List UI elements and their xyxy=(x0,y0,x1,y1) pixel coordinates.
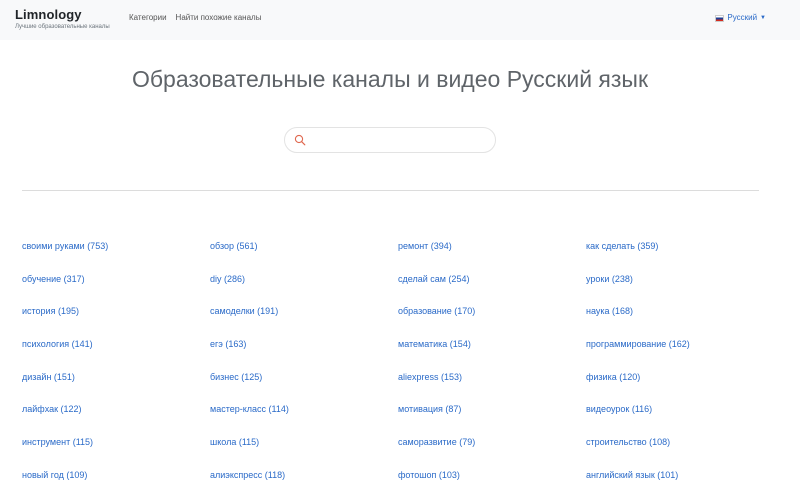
search-input[interactable] xyxy=(311,131,493,151)
tag-link[interactable]: инструмент (115) xyxy=(22,436,210,469)
language-label: Русский xyxy=(727,13,758,22)
tag-link[interactable]: строительство (108) xyxy=(586,436,774,469)
tag-link[interactable]: наука (168) xyxy=(586,305,774,338)
page-title: Образовательные каналы и видео Русский я… xyxy=(131,66,649,92)
tag-link[interactable]: самоделки (191) xyxy=(210,305,398,338)
tag-link[interactable]: мастер-класс (114) xyxy=(210,403,398,436)
tag-link[interactable]: сделай сам (254) xyxy=(398,273,586,306)
nav-link-find-similar[interactable]: Найти похожие каналы xyxy=(176,13,262,23)
tag-link[interactable]: ремонт (394) xyxy=(398,240,586,273)
tag-link[interactable]: программирование (162) xyxy=(586,338,774,371)
tag-link[interactable]: diy (286) xyxy=(210,273,398,306)
brand[interactable]: Limnology Лучшие образовательные каналы xyxy=(15,7,110,31)
tag-link[interactable]: обучение (317) xyxy=(22,273,210,306)
tag-link[interactable]: история (195) xyxy=(22,305,210,338)
search-icon xyxy=(294,134,306,146)
tag-link[interactable]: видеоурок (116) xyxy=(586,403,774,436)
tag-link[interactable]: бизнес (125) xyxy=(210,371,398,404)
tag-link[interactable]: математика (154) xyxy=(398,338,586,371)
tag-link[interactable]: образование (170) xyxy=(398,305,586,338)
divider xyxy=(22,190,759,191)
tag-link[interactable]: дизайн (151) xyxy=(22,371,210,404)
tag-link[interactable]: мотивация (87) xyxy=(398,403,586,436)
nav-link-categories[interactable]: Категории xyxy=(129,13,167,23)
tag-link[interactable]: уроки (238) xyxy=(586,273,774,306)
tag-link[interactable]: обзор (561) xyxy=(210,240,398,273)
tag-link[interactable]: школа (115) xyxy=(210,436,398,469)
tag-link[interactable]: лайфхак (122) xyxy=(22,403,210,436)
brand-tagline: Лучшие образовательные каналы xyxy=(15,24,110,30)
caret-down-icon: ▼ xyxy=(760,15,766,21)
tag-link[interactable]: как сделать (359) xyxy=(586,240,774,273)
russia-flag-icon xyxy=(715,14,725,22)
top-navbar: Limnology Лучшие образовательные каналы … xyxy=(0,0,800,40)
language-selector[interactable]: Русский ▼ xyxy=(715,13,766,23)
tag-link[interactable]: саморазвитие (79) xyxy=(398,436,586,469)
tag-link[interactable]: егэ (163) xyxy=(210,338,398,371)
tag-grid: своими руками (753) обзор (561) ремонт (39… xyxy=(22,240,782,502)
nav-links: Категории Найти похожие каналы xyxy=(129,13,261,23)
tag-link[interactable]: своими руками (753) xyxy=(22,240,210,273)
brand-name[interactable]: Limnology xyxy=(15,7,110,22)
tag-link[interactable]: физика (120) xyxy=(586,371,774,404)
search-box[interactable] xyxy=(284,127,496,153)
tag-link[interactable]: психология (141) xyxy=(22,338,210,371)
tag-link[interactable]: aliexpress (153) xyxy=(398,371,586,404)
